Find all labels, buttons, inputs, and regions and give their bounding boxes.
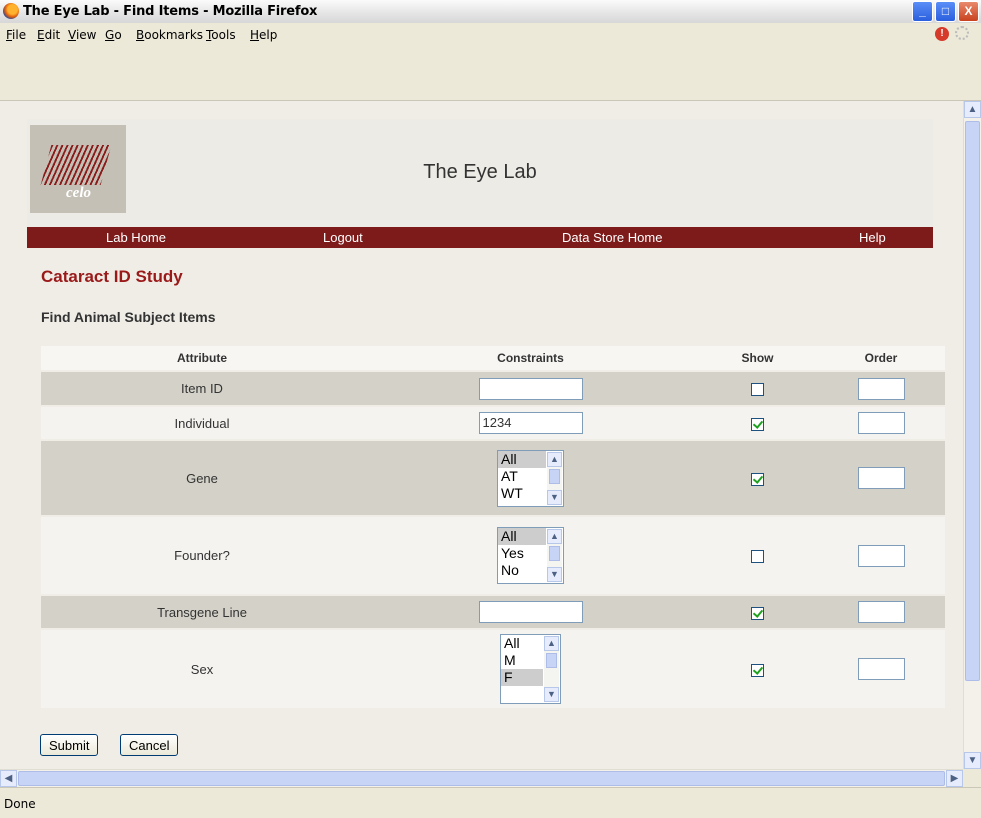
scroll-down-icon[interactable]: ▼ [544, 687, 559, 702]
show-checkbox[interactable] [751, 663, 764, 677]
table-row: Sex All M F ▲ ▼ [41, 630, 945, 708]
throbber-icon [955, 26, 969, 40]
list-option[interactable]: All [498, 450, 546, 468]
submit-button[interactable]: Submit [40, 734, 99, 756]
scroll-up-icon[interactable]: ▲ [544, 636, 559, 651]
menu-bookmarks[interactable]: Bookmarks [136, 28, 203, 42]
firefox-icon [3, 3, 19, 19]
scroll-thumb[interactable] [546, 653, 557, 668]
attribute-label: Sex [41, 630, 363, 708]
cancel-button[interactable]: Cancel [120, 734, 179, 756]
scroll-down-icon[interactable]: ▼ [964, 752, 981, 769]
study-title: Cataract ID Study [41, 267, 183, 286]
table-row: Gene All AT WT ▲ ▼ [41, 441, 945, 515]
order-input[interactable] [857, 467, 905, 489]
list-option[interactable]: All [498, 528, 546, 545]
menu-file[interactable]: File [6, 28, 26, 42]
scroll-up-icon[interactable]: ▲ [547, 529, 562, 544]
nav-help[interactable]: Help [859, 230, 886, 245]
list-option[interactable]: F [501, 669, 543, 686]
maximize-button[interactable]: □ [935, 1, 956, 22]
header-show: Show [698, 346, 817, 370]
scroll-right-icon[interactable]: ▶ [946, 770, 963, 787]
show-checkbox[interactable] [751, 550, 764, 564]
gene-listbox[interactable]: All AT WT ▲ ▼ [497, 449, 564, 507]
banner: celo The Eye Lab [27, 119, 933, 227]
status-bar: Done [0, 787, 981, 818]
status-text: Done [4, 797, 36, 811]
item-id-input[interactable] [478, 377, 583, 400]
horizontal-scroll-thumb[interactable] [18, 771, 945, 786]
scroll-thumb[interactable] [549, 468, 560, 484]
close-button[interactable]: X [958, 1, 979, 22]
show-checkbox[interactable] [751, 472, 764, 486]
table-header: Attribute Constraints Show Order [41, 346, 945, 370]
scroll-up-icon[interactable]: ▲ [547, 451, 562, 467]
nav-logout[interactable]: Logout [323, 230, 363, 245]
scroll-corner [963, 769, 981, 787]
menu-edit[interactable]: Edit [37, 28, 60, 42]
menu-view[interactable]: View [68, 28, 96, 42]
menu-bar: File Edit View Go Bookmarks Tools Help [0, 23, 981, 45]
menu-go[interactable]: Go [105, 28, 122, 42]
listbox-scrollbar[interactable]: ▲ ▼ [544, 636, 559, 702]
nav-bar: Lab Home Logout Data Store Home Help [27, 227, 933, 248]
transgene-line-input[interactable] [478, 601, 583, 623]
show-checkbox[interactable] [751, 606, 764, 620]
attribute-label: Item ID [41, 372, 363, 405]
title-bar: The Eye Lab - Find Items - Mozilla Firef… [0, 0, 981, 24]
attribute-label: Individual [41, 407, 363, 439]
table-row: Individual 1234 [41, 407, 945, 439]
scroll-up-icon[interactable]: ▲ [964, 101, 981, 118]
header-constraints: Constraints [363, 346, 698, 370]
find-title: Find Animal Subject Items [41, 309, 216, 325]
menu-help[interactable]: Help [250, 28, 277, 42]
horizontal-scrollbar[interactable]: ◀ ▶ [0, 769, 963, 787]
toolbar-area [0, 45, 981, 101]
attribute-label: Gene [41, 441, 363, 515]
stop-icon[interactable]: ! [935, 27, 949, 41]
founder-listbox[interactable]: All Yes No ▲ ▼ [497, 527, 564, 584]
order-input[interactable] [857, 544, 905, 567]
site-title: The Eye Lab [423, 161, 537, 183]
vertical-scroll-thumb[interactable] [965, 121, 980, 681]
header-attribute: Attribute [41, 346, 363, 370]
logo-text: celo [66, 185, 91, 201]
nav-lab-home[interactable]: Lab Home [106, 230, 166, 245]
scroll-thumb[interactable] [549, 546, 560, 561]
nav-data-store-home[interactable]: Data Store Home [562, 230, 662, 245]
minimize-button[interactable]: _ [912, 1, 933, 22]
show-checkbox[interactable] [751, 383, 764, 397]
attribute-label: Founder? [41, 517, 363, 594]
show-checkbox[interactable] [751, 417, 764, 431]
order-input[interactable] [857, 601, 905, 623]
order-input[interactable] [857, 658, 905, 680]
table-row: Founder? All Yes No ▲ ▼ [41, 517, 945, 594]
table-row: Transgene Line [41, 596, 945, 628]
table-row: Item ID [41, 372, 945, 405]
window-title: The Eye Lab - Find Items - Mozilla Firef… [23, 4, 318, 19]
page-content: celo The Eye Lab Lab Home Logout Data St… [0, 101, 963, 769]
scroll-down-icon[interactable]: ▼ [547, 489, 562, 505]
vertical-scrollbar[interactable]: ▲ ▼ [963, 101, 981, 769]
listbox-scrollbar[interactable]: ▲ ▼ [547, 529, 562, 582]
header-order: Order [817, 346, 945, 370]
sex-listbox[interactable]: All M F ▲ ▼ [500, 634, 561, 704]
order-input[interactable] [857, 412, 905, 434]
scroll-left-icon[interactable]: ◀ [0, 770, 17, 787]
order-input[interactable] [857, 377, 905, 400]
search-table: Attribute Constraints Show Order Item ID… [41, 344, 945, 710]
listbox-scrollbar[interactable]: ▲ ▼ [547, 451, 562, 505]
individual-input[interactable]: 1234 [478, 412, 583, 434]
scroll-down-icon[interactable]: ▼ [547, 567, 562, 582]
browser-window: The Eye Lab - Find Items - Mozilla Firef… [0, 0, 981, 818]
attribute-label: Transgene Line [41, 596, 363, 628]
menu-tools[interactable]: Tools [206, 28, 236, 42]
